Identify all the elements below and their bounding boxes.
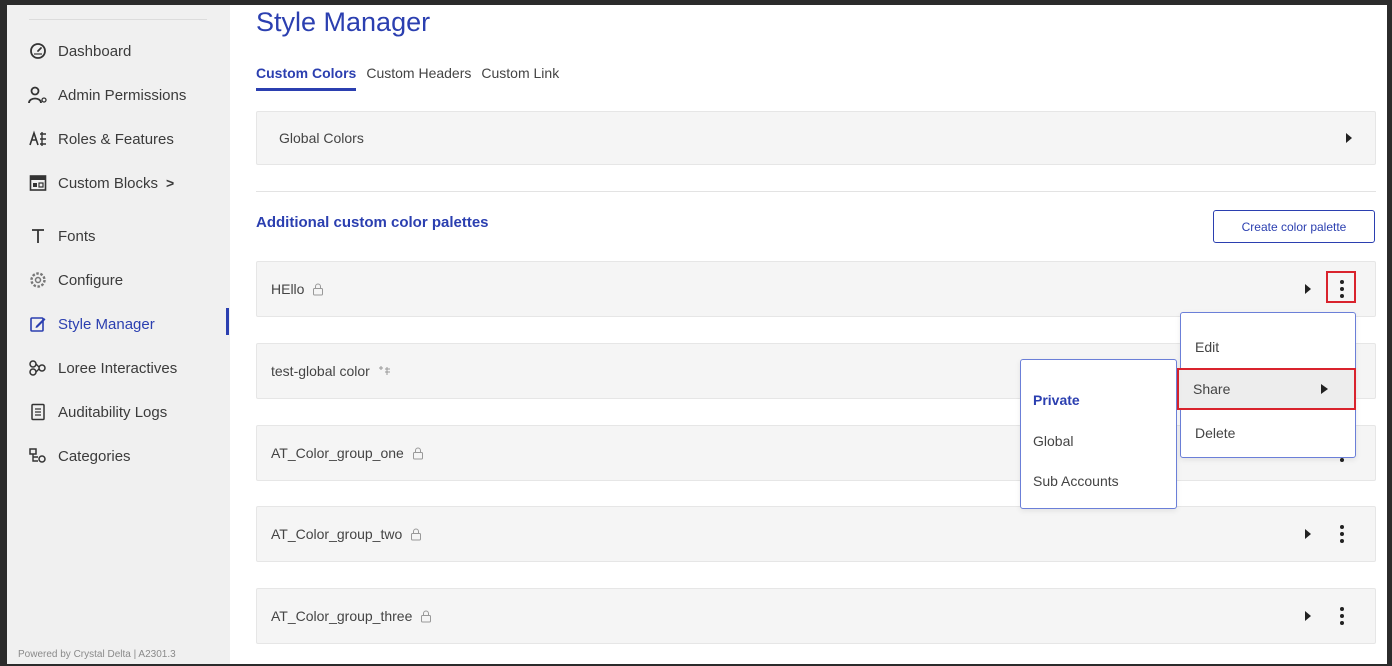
edit-icon: [27, 315, 49, 333]
sidebar-item-style-manager[interactable]: Style Manager: [27, 312, 155, 336]
admin-user-icon: [27, 86, 49, 104]
section-title: Additional custom color palettes: [256, 214, 489, 231]
palette-row[interactable]: AT_Color_group_three: [256, 588, 1376, 644]
create-color-palette-button[interactable]: Create color palette: [1213, 210, 1375, 243]
share-option-global[interactable]: Global: [1021, 421, 1176, 461]
sidebar-item-dashboard[interactable]: Dashboard: [27, 39, 131, 63]
sidebar-item-label: Style Manager: [58, 315, 155, 333]
sidebar-item-auditability-logs[interactable]: Auditability Logs: [27, 400, 167, 424]
sidebar-item-label: Loree Interactives: [58, 359, 178, 377]
footer-powered-by: Powered by Crystal Delta | A2301.3: [18, 649, 176, 660]
palette-row[interactable]: HEllo: [256, 261, 1376, 317]
sidebar-item-configure[interactable]: Configure: [27, 268, 123, 292]
app-frame: Dashboard Admin Permissions Roles & Feat…: [7, 5, 1387, 664]
sidebar: Dashboard Admin Permissions Roles & Feat…: [7, 5, 230, 664]
palette-name: AT_Color_group_three: [271, 608, 432, 624]
submenu-arrow-icon: [1321, 384, 1328, 394]
global-share-icon: [378, 365, 392, 377]
palette-name-text: AT_Color_group_three: [271, 608, 413, 624]
font-icon: [27, 227, 49, 245]
section-divider: [256, 191, 1376, 192]
sidebar-item-label: Categories: [58, 447, 131, 465]
context-menu: Edit Share Delete: [1177, 312, 1356, 458]
tab-custom-link[interactable]: Custom Link: [481, 65, 559, 91]
sidebar-item-fonts[interactable]: Fonts: [27, 224, 96, 248]
sidebar-divider: [29, 19, 207, 20]
active-indicator: [226, 308, 229, 335]
menu-item-delete[interactable]: Delete: [1181, 413, 1355, 453]
palette-name: test-global color: [271, 363, 392, 379]
palette-name: AT_Color_group_two: [271, 526, 422, 542]
palette-name: HEllo: [271, 281, 324, 297]
sidebar-item-label: Auditability Logs: [58, 403, 168, 421]
lock-icon: [312, 283, 324, 296]
categories-icon: [27, 447, 49, 465]
configure-icon: [27, 271, 49, 289]
gauge-icon: [27, 42, 49, 60]
palette-name-text: HEllo: [271, 281, 305, 297]
palette-name: AT_Color_group_one: [271, 445, 424, 461]
lock-icon: [412, 447, 424, 460]
expand-arrow-icon[interactable]: [1305, 529, 1311, 539]
sidebar-item-roles-features[interactable]: Roles & Features: [27, 127, 174, 151]
global-colors-label: Global Colors: [279, 130, 364, 146]
sidebar-item-label: Roles & Features: [58, 130, 174, 148]
menu-item-share[interactable]: Share: [1177, 368, 1356, 410]
sidebar-item-categories[interactable]: Categories: [27, 444, 131, 468]
sidebar-item-label: Admin Permissions: [58, 86, 187, 104]
sidebar-item-label: Custom Blocks: [58, 174, 159, 192]
sidebar-item-custom-blocks[interactable]: Custom Blocks >: [27, 171, 174, 195]
palette-name-text: AT_Color_group_two: [271, 526, 403, 542]
blocks-icon: [27, 174, 49, 192]
sidebar-item-admin-permissions[interactable]: Admin Permissions: [27, 83, 186, 107]
palette-row[interactable]: AT_Color_group_two: [256, 506, 1376, 562]
roles-icon: [27, 130, 49, 148]
tab-bar: Custom Colors Custom Headers Custom Link: [256, 65, 559, 91]
more-options-icon[interactable]: [1338, 607, 1346, 625]
menu-item-edit[interactable]: Edit: [1181, 327, 1355, 367]
share-option-private[interactable]: Private: [1021, 380, 1176, 420]
tab-custom-colors[interactable]: Custom Colors: [256, 65, 357, 91]
global-colors-accordion[interactable]: Global Colors: [256, 111, 1376, 165]
sidebar-item-loree-interactives[interactable]: Loree Interactives: [27, 356, 177, 380]
log-icon: [27, 403, 49, 421]
sidebar-item-label: Fonts: [58, 227, 96, 245]
sidebar-item-label: Configure: [58, 271, 124, 289]
tab-custom-headers[interactable]: Custom Headers: [366, 65, 471, 91]
chevron-right-icon: >: [166, 175, 175, 191]
menu-item-label: Share: [1193, 381, 1231, 397]
lock-icon: [420, 610, 432, 623]
page-title: Style Manager: [256, 7, 431, 37]
more-options-icon[interactable]: [1338, 525, 1346, 543]
palette-name-text: AT_Color_group_one: [271, 445, 404, 461]
expand-arrow-icon[interactable]: [1305, 611, 1311, 621]
sidebar-item-label: Dashboard: [58, 42, 132, 60]
expand-arrow-icon[interactable]: [1305, 284, 1311, 294]
expand-arrow-icon[interactable]: [1346, 133, 1352, 143]
share-option-sub-accounts[interactable]: Sub Accounts: [1021, 461, 1176, 501]
interactives-icon: [27, 359, 49, 377]
lock-icon: [410, 528, 422, 541]
share-submenu: Private Global Sub Accounts: [1020, 359, 1177, 509]
kebab-highlight-box: [1326, 271, 1356, 303]
palette-name-text: test-global color: [271, 363, 370, 379]
